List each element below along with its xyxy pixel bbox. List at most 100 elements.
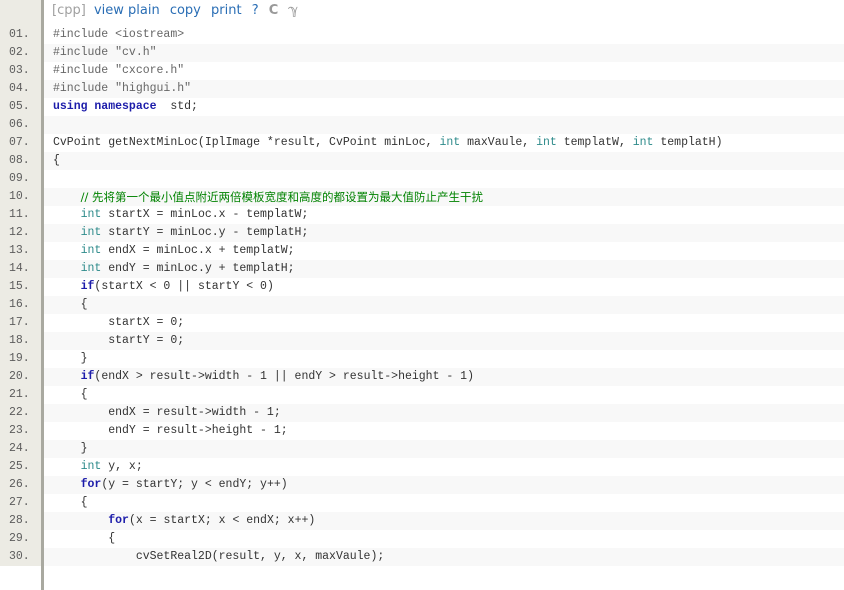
code-text: startY = minLoc.y - templatH; xyxy=(101,226,309,239)
code-line: 28. for(x = startX; x < endX; x++) xyxy=(0,512,844,530)
code-line: 11. int startX = minLoc.x - templatW; xyxy=(0,206,844,224)
preprocessor: #include "highgui.h" xyxy=(53,82,192,95)
code-line: 17. startX = 0; xyxy=(0,314,844,332)
line-number: 19. xyxy=(0,350,41,368)
code-text: startY = 0; xyxy=(53,334,185,347)
code-text: } xyxy=(53,442,88,455)
code-text: { xyxy=(53,298,88,311)
line-number: 28. xyxy=(0,512,41,530)
preprocessor: #include "cv.h" xyxy=(53,46,157,59)
line-number: 08. xyxy=(0,152,41,170)
fork-icon[interactable]: ℽ xyxy=(288,3,298,18)
line-text: } xyxy=(53,350,88,368)
code-line: 01. #include <iostream> xyxy=(0,26,844,44)
line-text: { xyxy=(53,152,60,170)
code-line: 27. { xyxy=(0,494,844,512)
code-text: templatH) xyxy=(653,136,723,149)
line-number: 09. xyxy=(0,170,41,188)
code-line: 05. using namespace std; xyxy=(0,98,844,116)
line-text: } xyxy=(53,440,88,458)
line-text: #include "cv.h" xyxy=(53,44,157,62)
gutter-divider xyxy=(41,0,44,590)
type-keyword: int xyxy=(80,460,102,473)
code-text: y, x; xyxy=(101,460,143,473)
code-line: 24. } xyxy=(0,440,844,458)
line-text: if(endX > result->width - 1 || endY > re… xyxy=(53,368,474,386)
line-text: // 先将第一个最小值点附近两倍模板宽度和高度的都设置为最大值防止产生干扰 xyxy=(53,188,483,208)
line-text: int endY = minLoc.y + templatH; xyxy=(53,260,295,278)
code-text: { xyxy=(53,154,60,167)
help-link[interactable]: ? xyxy=(252,3,259,18)
code-line: 04. #include "highgui.h" xyxy=(0,80,844,98)
line-number: 20. xyxy=(0,368,41,386)
line-number: 30. xyxy=(0,548,41,566)
type-keyword: int xyxy=(80,208,102,221)
line-text: { xyxy=(53,530,115,548)
type-keyword: int xyxy=(439,136,461,149)
keyword: if xyxy=(80,370,95,383)
line-text: { xyxy=(53,296,88,314)
line-number: 27. xyxy=(0,494,41,512)
preprocessor: #include "cxcore.h" xyxy=(53,64,185,77)
view-plain-link[interactable]: view plain xyxy=(94,3,160,18)
code-text: endX = result->width - 1; xyxy=(53,406,281,419)
preprocessor: #include <iostream> xyxy=(53,28,185,41)
code-text: (y = startY; y < endY; y++) xyxy=(101,478,288,491)
line-number: 02. xyxy=(0,44,41,62)
code-line: 13. int endX = minLoc.x + templatW; xyxy=(0,242,844,260)
line-text: #include "cxcore.h" xyxy=(53,62,184,80)
code-line: 03. #include "cxcore.h" xyxy=(0,62,844,80)
code-line: 14. int endY = minLoc.y + templatH; xyxy=(0,260,844,278)
gutter-header xyxy=(0,0,44,26)
line-text: using namespace std; xyxy=(53,98,198,116)
line-text: { xyxy=(53,494,88,512)
code-text: endY = minLoc.y + templatH; xyxy=(101,262,295,275)
line-text: CvPoint getNextMinLoc(IplImage *result, … xyxy=(53,134,722,152)
code-block: 01. #include <iostream> 02. #include "cv.h"… xyxy=(0,0,844,590)
code-line: 21. { xyxy=(0,386,844,404)
code-line: 23. endY = result->height - 1; xyxy=(0,422,844,440)
codepen-icon[interactable]: C xyxy=(269,3,279,18)
code-line: 26. for(y = startY; y < endY; y++) xyxy=(0,476,844,494)
code-text: templatW, xyxy=(556,136,633,149)
line-text: #include <iostream> xyxy=(53,26,184,44)
code-text: endY = result->height - 1; xyxy=(53,424,288,437)
code-text: (endX > result->width - 1 || endY > resu… xyxy=(94,370,474,383)
line-number: 26. xyxy=(0,476,41,494)
line-text: endX = result->width - 1; xyxy=(53,404,281,422)
code-line: 15. if(startX < 0 || startY < 0) xyxy=(0,278,844,296)
code-text: { xyxy=(53,496,88,509)
line-number: 13. xyxy=(0,242,41,260)
code-text: maxVaule, xyxy=(460,136,537,149)
line-number: 07. xyxy=(0,134,41,152)
code-line: 25. int y, x; xyxy=(0,458,844,476)
keyword: for xyxy=(108,514,129,527)
code-line: 29. { xyxy=(0,530,844,548)
line-number: 14. xyxy=(0,260,41,278)
line-number: 17. xyxy=(0,314,41,332)
line-text: int startX = minLoc.x - templatW; xyxy=(53,206,309,224)
keyword: for xyxy=(80,478,102,491)
line-number: 05. xyxy=(0,98,41,116)
code-text: CvPoint getNextMinLoc(IplImage *result, … xyxy=(53,136,440,149)
line-number: 29. xyxy=(0,530,41,548)
code-text: (x = startX; x < endX; x++) xyxy=(128,514,316,527)
line-text: int endX = minLoc.x + templatW; xyxy=(53,242,295,260)
code-line: 16. { xyxy=(0,296,844,314)
code-toolbar: [cpp] view plain copy print ? C ℽ xyxy=(0,0,844,26)
code-text: (startX < 0 || startY < 0) xyxy=(94,280,274,293)
copy-link[interactable]: copy xyxy=(170,3,201,18)
line-text: startY = 0; xyxy=(53,332,184,350)
line-number: 06. xyxy=(0,116,41,134)
line-text: #include "highgui.h" xyxy=(53,80,191,98)
code-line: 12. int startY = minLoc.y - templatH; xyxy=(0,224,844,242)
code-line: 06. xyxy=(0,116,844,134)
print-link[interactable]: print xyxy=(211,3,242,18)
code-text: endX = minLoc.x + templatW; xyxy=(101,244,295,257)
code-line: 20. if(endX > result->width - 1 || endY … xyxy=(0,368,844,386)
